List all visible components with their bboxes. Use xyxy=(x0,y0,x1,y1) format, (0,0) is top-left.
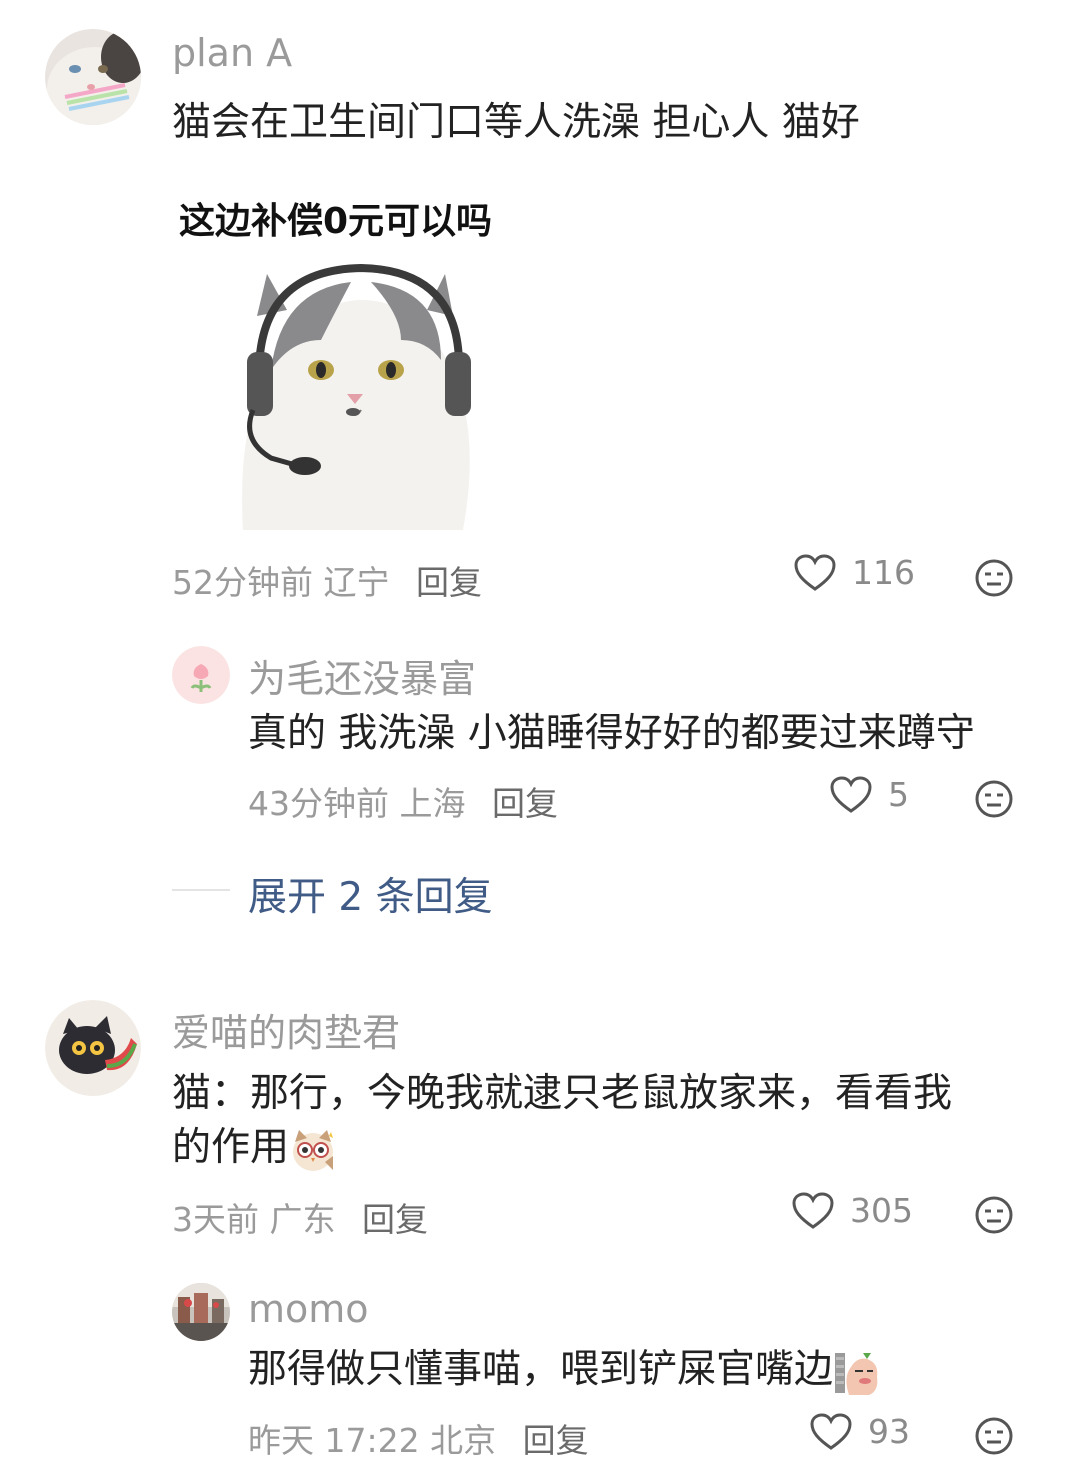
avatar-aimiao[interactable] xyxy=(45,1000,141,1096)
heart-outline-icon xyxy=(794,553,836,591)
reply-button[interactable]: 回复 xyxy=(492,784,558,823)
heart-outline-icon xyxy=(810,1412,852,1450)
reply-text-content: 那得做只懂事喵，喂到铲屎官嘴边 xyxy=(248,1347,834,1392)
like-button[interactable]: 305 xyxy=(792,1191,913,1230)
sticker-caption: 这边补偿0元可以吗 xyxy=(179,201,493,242)
meh-face-icon[interactable] xyxy=(974,1416,1014,1456)
comment-time: 52分钟前 xyxy=(172,563,313,602)
reply-button[interactable]: 回复 xyxy=(523,1421,589,1460)
comment-meta: 52分钟前 辽宁 回复 xyxy=(172,556,482,604)
sticker-image[interactable]: 这边补偿0元可以吗 xyxy=(175,186,535,532)
avatar-plan-a[interactable] xyxy=(45,29,141,125)
heart-outline-icon xyxy=(830,775,872,813)
avatar-momo[interactable] xyxy=(172,1283,230,1341)
like-count: 93 xyxy=(868,1412,910,1451)
meh-face-icon[interactable] xyxy=(974,558,1014,598)
reply-location: 北京 xyxy=(430,1421,497,1460)
reply-text: 那得做只懂事喵，喂到铲屎官嘴边 xyxy=(248,1343,883,1397)
reply-meta: 43分钟前 上海 回复 xyxy=(248,777,558,825)
reply-username[interactable]: 为毛还没暴富 xyxy=(248,648,476,703)
comment-text-line1: 猫：那行，今晚我就逮只老鼠放家来，看看我 xyxy=(172,1071,953,1116)
like-button[interactable]: 116 xyxy=(794,553,915,592)
comment-location: 广东 xyxy=(269,1200,336,1239)
reply-time: 昨天 17:22 xyxy=(248,1421,420,1460)
comment-location: 辽宁 xyxy=(323,563,390,602)
comment-username[interactable]: plan A xyxy=(172,31,292,75)
meh-face-icon[interactable] xyxy=(974,1195,1014,1235)
like-button[interactable]: 93 xyxy=(810,1412,910,1451)
reply-text: 真的 我洗澡 小猫睡得好好的都要过来蹲守 xyxy=(248,711,975,756)
peanut-emoji-icon xyxy=(835,1352,878,1395)
like-count: 305 xyxy=(850,1191,913,1230)
like-button[interactable]: 5 xyxy=(830,775,909,814)
comment-text-line2: 的作用 xyxy=(172,1121,337,1175)
reply-time: 43分钟前 xyxy=(248,784,389,823)
reply-username[interactable]: momo xyxy=(248,1287,369,1331)
comment-text: 猫会在卫生间门口等人洗澡 担心人 猫好 xyxy=(172,100,860,145)
cat-headset-icon xyxy=(242,263,471,530)
comment-meta: 3天前 广东 回复 xyxy=(172,1193,428,1241)
comment-time: 3天前 xyxy=(172,1200,259,1239)
comment-text-line2-text: 的作用 xyxy=(172,1125,290,1170)
owl-emoji-icon xyxy=(293,1129,334,1171)
expand-divider xyxy=(172,889,230,891)
reply-location: 上海 xyxy=(399,784,466,823)
like-count: 5 xyxy=(888,775,909,814)
reply-button[interactable]: 回复 xyxy=(416,563,482,602)
meh-face-icon[interactable] xyxy=(974,779,1014,819)
heart-outline-icon xyxy=(792,1191,834,1229)
expand-replies-button[interactable]: 展开 2 条回复 xyxy=(248,866,493,922)
like-count: 116 xyxy=(852,553,915,592)
reply-button[interactable]: 回复 xyxy=(362,1200,428,1239)
comment-list: plan A 猫会在卫生间门口等人洗澡 担心人 猫好 这边补偿0元可以吗 52分… xyxy=(0,0,1080,1468)
comment-username[interactable]: 爱喵的肉垫君 xyxy=(172,1002,400,1057)
reply-meta: 昨天 17:22 北京 回复 xyxy=(248,1414,589,1462)
avatar-reply-user[interactable] xyxy=(172,646,230,704)
